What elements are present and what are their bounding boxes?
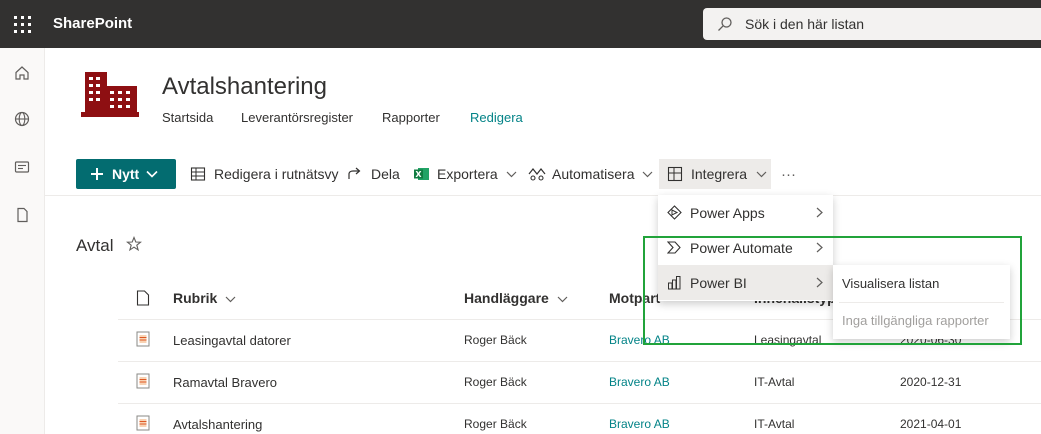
column-header-title[interactable]: Rubrik [173, 290, 236, 306]
row-counterpart[interactable]: Bravero AB [609, 417, 670, 431]
visualize-list-item[interactable]: Visualisera listan [833, 266, 1010, 301]
search-box[interactable]: Sök i den här listan [703, 8, 1041, 40]
left-rail [0, 48, 45, 434]
more-options-button[interactable]: ··· [781, 159, 796, 189]
edit-grid-button[interactable]: Redigera i rutnätsvy [190, 159, 339, 189]
file-icon[interactable] [11, 204, 33, 226]
menu-item-label: Power BI [690, 274, 747, 291]
no-reports-item: Inga tillgängliga rapporter [842, 313, 989, 328]
integrate-button[interactable]: Integrera [659, 159, 771, 189]
grid-icon [190, 167, 206, 181]
nav-reports[interactable]: Rapporter [382, 110, 440, 125]
command-bar: Nytt Redigera i rutnätsvy Dela X Exporte… [45, 152, 1041, 196]
row-title[interactable]: Avtalshantering [173, 417, 262, 432]
new-button-label: Nytt [112, 166, 140, 182]
chevron-down-icon [643, 171, 653, 177]
integrate-icon [667, 166, 683, 182]
row-date: 2020-12-31 [900, 375, 962, 389]
svg-text:X: X [415, 170, 422, 179]
chevron-down-icon [146, 170, 158, 178]
chevron-right-icon [816, 207, 823, 218]
chevron-right-icon [816, 242, 823, 253]
globe-icon[interactable] [11, 108, 33, 130]
power-bi-submenu: Visualisera listan Inga tillgängliga rap… [833, 265, 1010, 339]
chevron-right-icon [816, 277, 823, 288]
power-apps-icon [667, 205, 682, 220]
plus-icon [91, 168, 103, 180]
menu-item-power-bi[interactable]: Power BI [658, 265, 833, 300]
new-button[interactable]: Nytt [76, 159, 176, 189]
row-handler: Roger Bäck [464, 375, 527, 389]
column-header-handler-label: Handläggare [464, 290, 549, 306]
menu-item-label: Power Apps [690, 204, 765, 221]
row-handler: Roger Bäck [464, 333, 527, 347]
chevron-down-icon [557, 296, 568, 303]
column-header-title-label: Rubrik [173, 290, 218, 306]
row-counterpart[interactable]: Bravero AB [609, 375, 670, 389]
sharepoint-window: SharePoint Sök i den här listan Avtalsha… [0, 0, 1041, 434]
list-item-icon [136, 373, 150, 389]
file-type-column-icon[interactable] [136, 290, 150, 306]
column-header-counterpart[interactable]: Motpart [609, 290, 660, 306]
nav-home[interactable]: Startsida [162, 110, 213, 125]
news-icon[interactable] [11, 156, 33, 178]
row-divider [118, 361, 1041, 362]
favorite-star-icon[interactable] [126, 236, 142, 252]
share-icon [348, 167, 361, 179]
row-content-type: Leasingavtal [754, 333, 822, 347]
automate-button[interactable]: Automatisera [528, 159, 653, 189]
automate-icon [528, 168, 546, 181]
row-date: 2021-04-01 [900, 417, 962, 431]
chevron-down-icon [225, 296, 236, 303]
row-content-type: IT-Avtal [754, 417, 795, 431]
export-label: Exportera [437, 166, 498, 182]
search-icon [718, 17, 732, 31]
power-automate-icon [667, 241, 681, 254]
search-input[interactable]: Sök i den här listan [745, 16, 864, 32]
row-title[interactable]: Leasingavtal datorer [173, 333, 291, 348]
column-header-handler[interactable]: Handläggare [464, 290, 568, 306]
row-counterpart[interactable]: Bravero AB [609, 333, 670, 347]
list-item-icon [136, 331, 150, 347]
suite-bar: SharePoint Sök i den här listan [0, 0, 1041, 48]
app-launcher-icon[interactable] [0, 0, 44, 48]
list-title: Avtal [76, 236, 114, 255]
chevron-down-icon [506, 171, 517, 177]
menu-item-label: Power Automate [690, 239, 793, 256]
automate-label: Automatisera [552, 166, 635, 182]
share-button[interactable]: Dela [347, 159, 400, 189]
edit-grid-label: Redigera i rutnätsvy [214, 166, 339, 182]
app-name[interactable]: SharePoint [53, 15, 132, 32]
site-title: Avtalshantering [162, 73, 327, 100]
home-icon[interactable] [11, 62, 33, 84]
share-label: Dela [371, 166, 400, 182]
integrate-menu: Power Apps Power Automate Power BI [658, 195, 833, 301]
nav-edit[interactable]: Redigera [470, 110, 523, 125]
row-title[interactable]: Ramavtal Bravero [173, 375, 277, 390]
menu-item-power-automate[interactable]: Power Automate [658, 230, 833, 265]
power-bi-icon [668, 276, 681, 290]
site-logo[interactable] [77, 66, 141, 120]
chevron-down-icon [756, 171, 767, 177]
excel-icon: X [414, 168, 429, 180]
nav-supplier-register[interactable]: Leverantörsregister [241, 110, 353, 125]
row-content-type: IT-Avtal [754, 375, 795, 389]
list-item-icon [136, 415, 150, 431]
integrate-label: Integrera [691, 166, 748, 182]
row-handler: Roger Bäck [464, 417, 527, 431]
row-divider [118, 403, 1041, 404]
menu-item-power-apps[interactable]: Power Apps [658, 195, 833, 230]
export-button[interactable]: X Exportera [413, 159, 517, 189]
